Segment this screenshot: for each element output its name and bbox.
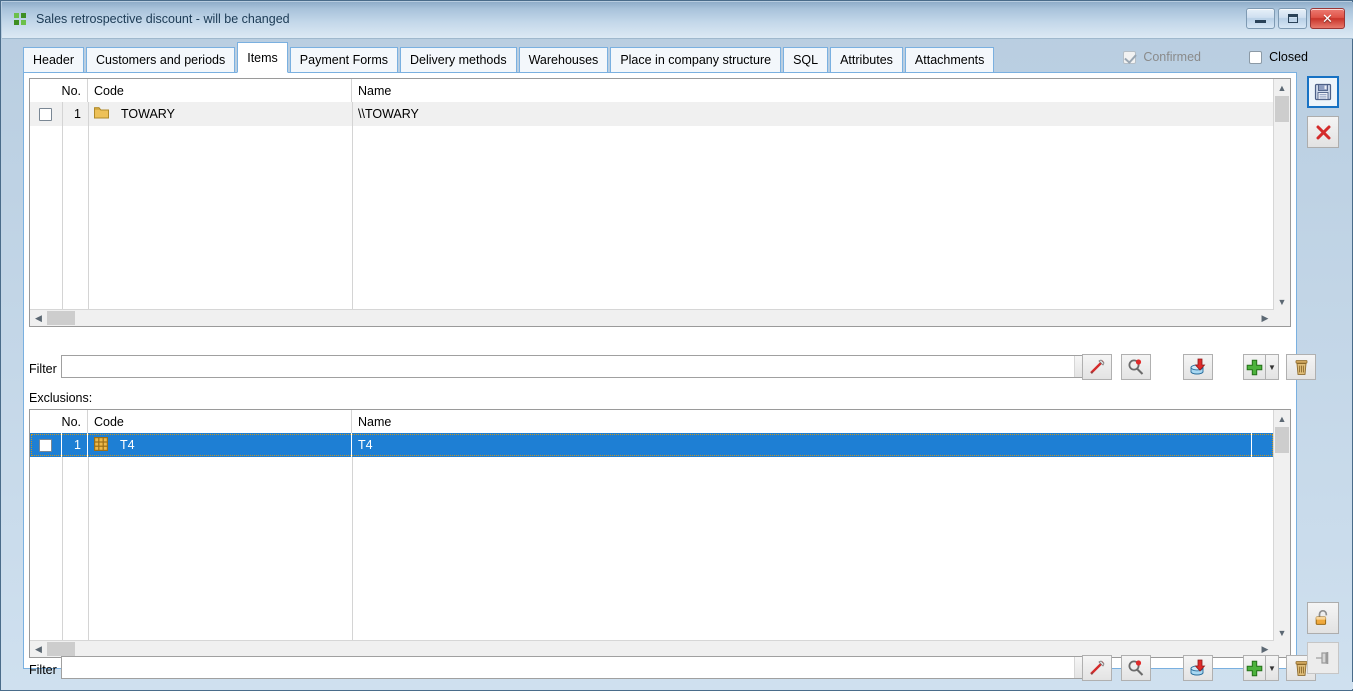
column-header-no[interactable]: No.	[30, 410, 88, 433]
filter-combobox-bottom[interactable]: ▼	[61, 656, 1095, 679]
exclusions-grid-header: No. Code Name	[30, 410, 1290, 434]
app-icon	[12, 11, 28, 27]
save-button[interactable]	[1307, 76, 1339, 108]
tab-label: Attributes	[840, 53, 893, 67]
scrollbar-thumb[interactable]	[47, 642, 75, 656]
filter-combobox-top[interactable]: ▼	[61, 355, 1095, 378]
window-controls: ✕	[1246, 8, 1345, 29]
items-grid-header: No. Code Name	[30, 79, 1290, 103]
import-from-database-button-bottom[interactable]	[1183, 655, 1213, 681]
items-grid[interactable]: No. Code Name 1 TOWARY \\TOWARY ▲ ▼ ◀ ▶	[29, 78, 1291, 327]
tab-label: Delivery methods	[410, 53, 507, 67]
tab-items[interactable]: Items	[237, 42, 288, 73]
pin-button	[1307, 642, 1339, 674]
folder-icon	[94, 106, 109, 122]
exclusions-section-label: Exclusions:	[29, 391, 93, 405]
client-area: Header Customers and periods Items Payme…	[2, 38, 1353, 683]
tab-attachments[interactable]: Attachments	[904, 47, 995, 73]
scrollbar-thumb[interactable]	[1275, 427, 1289, 453]
add-dropdown-button-bottom[interactable]: ▼	[1265, 655, 1279, 681]
checkbox-box	[1123, 50, 1137, 64]
cell-code: TOWARY	[121, 107, 175, 121]
application-window: Sales retrospective discount - will be c…	[0, 0, 1353, 691]
cell-code: T4	[120, 438, 135, 452]
tab-label: Warehouses	[528, 53, 599, 67]
filter-label-bottom: Filter	[29, 663, 57, 677]
scrollbar-corner	[1274, 310, 1290, 326]
items-grid-vertical-scrollbar[interactable]: ▲ ▼	[1273, 79, 1290, 310]
checkbox-box	[1249, 50, 1263, 64]
cancel-button[interactable]	[1307, 116, 1339, 148]
scroll-left-icon[interactable]: ◀	[30, 641, 47, 657]
tab-delivery-methods[interactable]: Delivery methods	[400, 47, 517, 73]
chevron-down-icon: ▼	[1268, 663, 1276, 673]
scrollbar-thumb[interactable]	[47, 311, 75, 325]
row-checkbox[interactable]	[39, 107, 52, 121]
tab-label: Attachments	[914, 53, 985, 67]
tab-label: Header	[33, 53, 74, 67]
filter-input-top[interactable]	[62, 356, 1074, 377]
table-row[interactable]: 1 T4 T4	[30, 433, 1274, 457]
tab-payment-forms[interactable]: Payment Forms	[289, 47, 399, 73]
column-header-code[interactable]: Code	[88, 79, 352, 102]
confirmed-label: Confirmed	[1143, 50, 1201, 64]
right-toolbar	[1299, 38, 1353, 683]
tab-attributes[interactable]: Attributes	[830, 47, 903, 73]
import-from-database-button-top[interactable]	[1183, 354, 1213, 380]
items-tab-panel: No. Code Name 1 TOWARY \\TOWARY ▲ ▼ ◀ ▶ …	[23, 72, 1316, 681]
exclusions-grid-vertical-scrollbar[interactable]: ▲ ▼	[1273, 410, 1290, 641]
scroll-down-icon[interactable]: ▼	[1274, 624, 1290, 641]
tab-label: SQL	[793, 53, 819, 67]
edit-filter-button-top[interactable]	[1082, 354, 1112, 380]
tab-label: Place in company structure	[620, 53, 772, 67]
column-header-code[interactable]: Code	[88, 410, 352, 433]
title-bar: Sales retrospective discount - will be c…	[2, 2, 1353, 39]
row-checkbox[interactable]	[39, 438, 52, 452]
tab-header[interactable]: Header	[23, 47, 84, 73]
add-button-top[interactable]	[1243, 354, 1265, 380]
tab-label: Customers and periods	[96, 53, 226, 67]
filter-label-top: Filter	[29, 362, 57, 376]
cell-name: T4	[352, 433, 1252, 457]
search-filter-button-top[interactable]	[1121, 354, 1151, 380]
tab-label: Items	[247, 50, 278, 65]
column-header-name[interactable]: Name	[352, 79, 1272, 102]
confirmed-checkbox[interactable]: Confirmed	[1123, 50, 1201, 64]
tab-bar: Header Customers and periods Items Payme…	[23, 42, 996, 73]
status-bar	[2, 682, 1353, 689]
cell-no: 1	[62, 433, 88, 457]
scrollbar-thumb[interactable]	[1275, 96, 1289, 122]
edit-filter-button-bottom[interactable]	[1082, 655, 1112, 681]
minimize-button[interactable]	[1246, 8, 1275, 29]
scroll-up-icon[interactable]: ▲	[1274, 410, 1290, 427]
tab-warehouses[interactable]: Warehouses	[518, 47, 609, 73]
column-header-no[interactable]: No.	[30, 79, 88, 102]
tab-label: Payment Forms	[299, 53, 389, 67]
add-dropdown-button-top[interactable]: ▼	[1265, 354, 1279, 380]
close-button[interactable]: ✕	[1310, 8, 1345, 29]
unlock-button[interactable]	[1307, 602, 1339, 634]
cell-no: 1	[74, 107, 81, 121]
items-grid-horizontal-scrollbar[interactable]: ◀	[30, 309, 1274, 326]
table-row[interactable]: 1 TOWARY \\TOWARY	[30, 102, 1274, 126]
tab-place-in-company-structure[interactable]: Place in company structure	[610, 47, 782, 73]
exclusions-grid[interactable]: No. Code Name 1 T4 T4 ▲ ▼ ◀ ▶	[29, 409, 1291, 658]
table-icon	[94, 436, 109, 454]
scroll-right-icon[interactable]: ▶	[1257, 310, 1273, 326]
search-filter-button-bottom[interactable]	[1121, 655, 1151, 681]
window-title: Sales retrospective discount - will be c…	[36, 12, 290, 26]
add-button-bottom[interactable]	[1243, 655, 1265, 681]
chevron-down-icon: ▼	[1268, 362, 1276, 372]
cell-name: \\TOWARY	[358, 107, 419, 121]
scroll-down-icon[interactable]: ▼	[1274, 293, 1290, 310]
maximize-button[interactable]	[1278, 8, 1307, 29]
scroll-up-icon[interactable]: ▲	[1274, 79, 1290, 96]
column-header-name[interactable]: Name	[352, 410, 1272, 433]
tab-sql[interactable]: SQL	[783, 47, 829, 73]
filter-input-bottom[interactable]	[62, 657, 1074, 678]
scroll-left-icon[interactable]: ◀	[30, 310, 47, 326]
tab-customers-and-periods[interactable]: Customers and periods	[86, 47, 236, 73]
